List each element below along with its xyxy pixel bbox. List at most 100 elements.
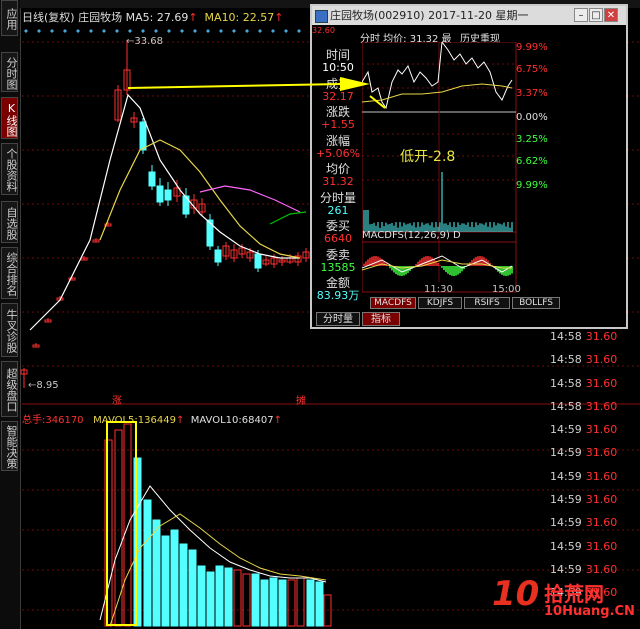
total-volume-value: 346170 <box>45 415 84 426</box>
info-value: 6640 <box>324 232 352 245</box>
watermark-brand: 拾荒网 <box>544 582 604 606</box>
bottom-tab-1[interactable]: 指标 <box>362 312 400 326</box>
percent-label: 3.37% <box>516 88 548 99</box>
percent-label: 0.00% <box>516 112 548 123</box>
volume-header: 总手:346170 MAVOL5:136449↑ MAVOL10:68407↑ <box>22 411 282 426</box>
diamond-marker <box>50 29 54 33</box>
info-value: 13585 <box>320 260 356 274</box>
tick-row: 14:59 31.60 <box>550 517 617 529</box>
maximize-icon[interactable]: □ <box>589 8 603 22</box>
ma30-line <box>269 211 307 225</box>
high-price-value: 33.68 <box>134 36 164 47</box>
tick-time: 14:59 <box>550 516 582 530</box>
diamond-marker <box>206 29 210 33</box>
indicator-tab-rsifs[interactable]: RSIFS <box>464 297 510 309</box>
info-label: 均价 <box>325 162 350 176</box>
popup-title-bar[interactable]: 庄园牧场(002910) 2017-11-20 星期一 – □ ✕ <box>312 6 626 25</box>
volume-bar <box>278 579 287 627</box>
average-price-line <box>362 83 513 103</box>
candle-body <box>156 185 164 203</box>
tick-price: 31.60 <box>585 493 618 506</box>
minimize-icon[interactable]: – <box>574 8 588 22</box>
percent-label: 9.99% <box>516 42 548 53</box>
volume-bar <box>152 519 161 627</box>
volume-bar <box>161 535 170 627</box>
diamond-marker <box>284 29 288 33</box>
tick-price: 31.60 <box>585 376 618 390</box>
percent-axis: 9.99% 6.75% 3.37% 0.00% 3.25% 6.62% 9.99% <box>516 42 556 222</box>
diamond-marker <box>271 29 275 33</box>
tick-price: 31.60 <box>585 446 618 460</box>
ma20-line <box>199 185 301 213</box>
volume-bar <box>315 581 324 627</box>
high-price-label: ←33.68 <box>126 36 163 47</box>
diamond-marker <box>24 29 28 33</box>
bottom-tab-0[interactable]: 分时量 <box>316 312 360 326</box>
volume-bar <box>188 549 197 627</box>
close-icon[interactable]: ✕ <box>604 8 618 22</box>
diamond-marker <box>258 29 262 33</box>
intraday-chart[interactable] <box>362 42 622 297</box>
volume-bars <box>104 423 332 627</box>
indicator-tab-macdfs[interactable]: MACDFS <box>370 297 416 309</box>
diamond-marker <box>141 29 145 33</box>
percent-label: 6.62% <box>516 156 548 167</box>
tick-price: 31.60 <box>585 399 618 413</box>
volume-bar <box>197 565 206 627</box>
info-label: 委买 <box>325 219 350 233</box>
volume-bar <box>306 579 315 627</box>
mavol5-arrow-icon: ↑ <box>175 415 185 426</box>
diamond-marker <box>167 29 171 33</box>
diamond-marker <box>193 29 197 33</box>
volume-bar <box>143 499 152 627</box>
volume-bar <box>224 567 233 627</box>
volume-highlight-box <box>106 421 137 626</box>
volume-bar <box>206 571 215 627</box>
ma5-line <box>29 93 300 331</box>
tick-price: 31.60 <box>585 469 618 483</box>
diamond-marker <box>63 29 67 33</box>
volume-bar <box>242 573 251 627</box>
tick-time: 14:59 <box>550 446 582 460</box>
candle-body <box>139 121 147 151</box>
info-label: 金额 <box>325 276 350 290</box>
info-label: 成交 <box>325 76 350 91</box>
volume-bar <box>233 569 242 627</box>
diamond-marker <box>37 29 41 33</box>
volume-bar <box>251 573 260 627</box>
indicator-tab-bollfs[interactable]: BOLLFS <box>512 297 560 309</box>
tick-price: 31.60 <box>585 562 618 576</box>
volume-bar <box>179 543 188 627</box>
candle-body <box>254 253 262 269</box>
tick-row: 14:5831.60 <box>550 354 617 366</box>
time-axis-mid: 11:30 <box>424 284 453 295</box>
tick-time: 14:59 <box>550 493 582 506</box>
macd-label: MACDFS(12,26,9) D <box>362 230 461 241</box>
low-open-annotation: 低开-2.8 <box>400 149 456 165</box>
volume-bar <box>170 529 179 627</box>
tick-time: 14:59 <box>550 423 582 437</box>
tick-time: 14:58 <box>550 399 582 413</box>
tick-price: 31.60 <box>585 539 618 553</box>
price-line <box>362 42 513 110</box>
mavol10-arrow-icon: ↑ <box>273 415 282 426</box>
indicator-tab-kdjfs[interactable]: KDJFS <box>418 297 462 309</box>
candle-body <box>148 171 156 187</box>
diamond-marker <box>232 29 236 33</box>
candle-body <box>214 249 222 263</box>
moving-average-lines <box>29 93 307 331</box>
intraday-popup-window[interactable]: 庄园牧场(002910) 2017-11-20 星期一 – □ ✕ 分时 均价:… <box>310 4 628 329</box>
diamond-marker <box>245 29 249 33</box>
tick-row: 14:59 31.60 <box>550 494 617 506</box>
candle-body <box>182 195 190 215</box>
candle-body <box>164 189 172 201</box>
watermark-domain: 10Huang.CN <box>544 604 635 619</box>
info-value: 10:50 <box>322 61 354 74</box>
marker-tan: 摊 <box>296 396 306 407</box>
diamond-marker <box>219 29 223 33</box>
diamond-marker <box>180 29 184 33</box>
tick-row: 14:59 31.60 <box>550 562 618 576</box>
info-label: 涨幅 <box>325 133 350 148</box>
tick-time: 14:58 <box>550 353 582 367</box>
volume-bar <box>260 579 269 627</box>
